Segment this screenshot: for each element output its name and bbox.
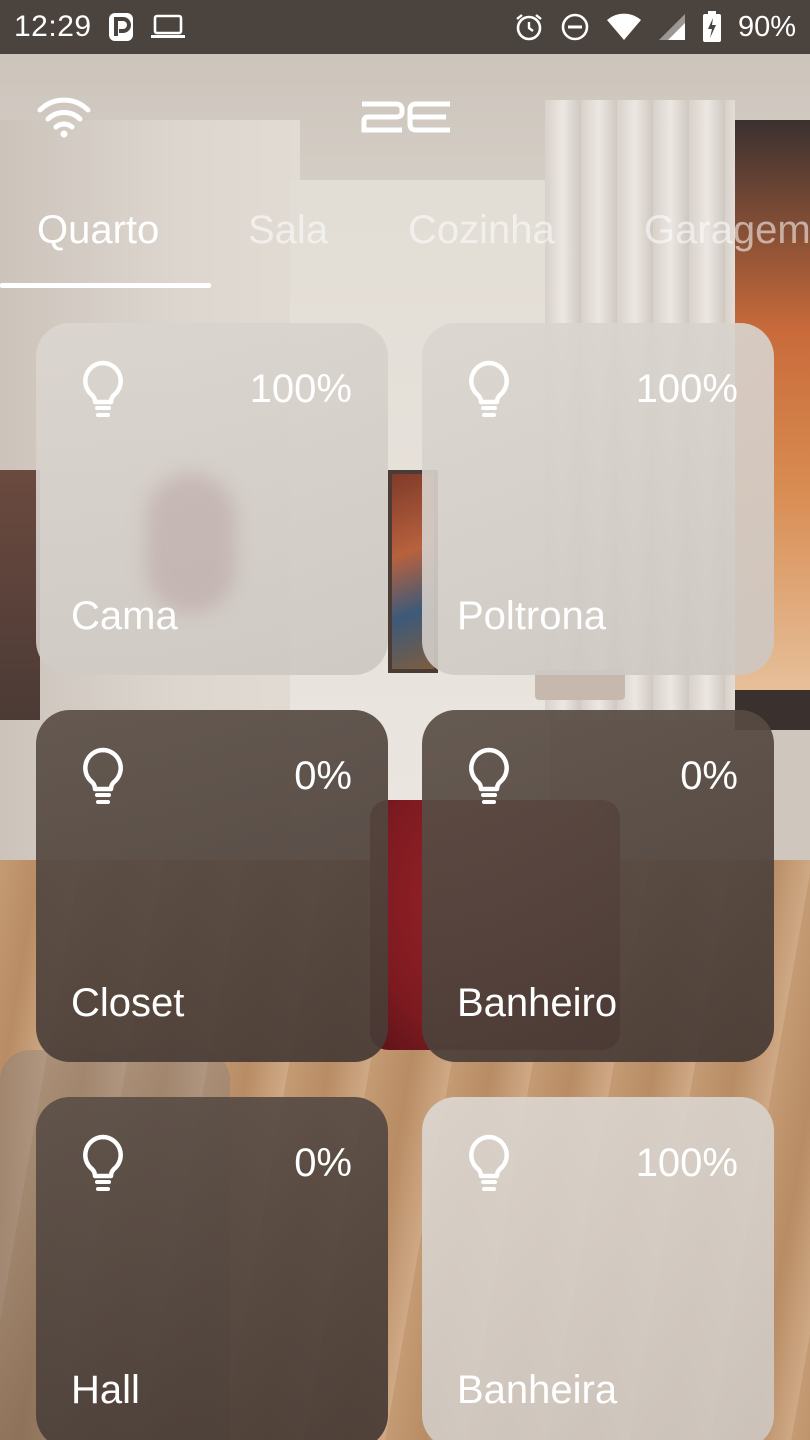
laptop-icon — [150, 14, 186, 40]
cell-signal-icon — [658, 13, 686, 41]
wifi-icon[interactable] — [36, 94, 92, 138]
status-time: 12:29 — [14, 10, 92, 43]
battery-charging-icon — [702, 11, 722, 43]
lightbulb-icon — [80, 359, 126, 419]
do-not-disturb-icon — [560, 12, 590, 42]
alarm-icon — [514, 12, 544, 42]
logo-2e — [360, 100, 452, 134]
lightbulb-icon — [466, 1133, 512, 1193]
active-tab-indicator — [0, 283, 211, 288]
tile-percent: 0% — [294, 754, 352, 798]
tab-quarto[interactable]: Quarto — [37, 208, 159, 258]
tile-name: Hall — [71, 1368, 140, 1412]
tab-cozinha[interactable]: Cozinha — [408, 208, 555, 258]
bg-left-window — [0, 470, 40, 720]
tile-percent: 0% — [294, 1141, 352, 1185]
tab-garagem[interactable]: Garagem — [644, 208, 810, 258]
lightbulb-icon — [466, 359, 512, 419]
app-header — [0, 54, 810, 184]
tile-percent: 100% — [635, 1141, 738, 1185]
light-tile-poltrona[interactable]: 100% Poltrona — [422, 323, 774, 675]
battery-percent: 90% — [737, 10, 796, 43]
tile-name: Banheiro — [457, 981, 618, 1025]
light-tile-cama[interactable]: 100% Cama — [36, 323, 388, 675]
tile-background-blur — [146, 473, 236, 613]
tile-percent: 0% — [680, 754, 738, 798]
light-tile-banheira[interactable]: 100% Banheira — [422, 1097, 774, 1440]
light-tile-banheiro[interactable]: 0% Banheiro — [422, 710, 774, 1062]
status-bar: 12:29 90% — [0, 0, 810, 54]
lightbulb-icon — [466, 746, 512, 806]
tile-name: Cama — [71, 594, 178, 638]
tile-percent: 100% — [249, 367, 352, 411]
status-right: 90% — [514, 11, 796, 44]
lightbulb-icon — [80, 1133, 126, 1193]
tile-name: Banheira — [457, 1368, 618, 1412]
tile-percent: 100% — [635, 367, 738, 411]
light-tile-closet[interactable]: 0% Closet — [36, 710, 388, 1062]
tab-sala[interactable]: Sala — [248, 208, 328, 258]
room-tabs: Quarto Sala Cozinha Garagem — [0, 190, 810, 290]
wifi-signal-icon — [606, 13, 642, 41]
tile-name: Poltrona — [457, 594, 606, 638]
light-tile-hall[interactable]: 0% Hall — [36, 1097, 388, 1440]
parking-app-icon — [108, 12, 134, 42]
tile-name: Closet — [71, 981, 185, 1025]
status-left: 12:29 — [14, 10, 186, 44]
lightbulb-icon — [80, 746, 126, 806]
